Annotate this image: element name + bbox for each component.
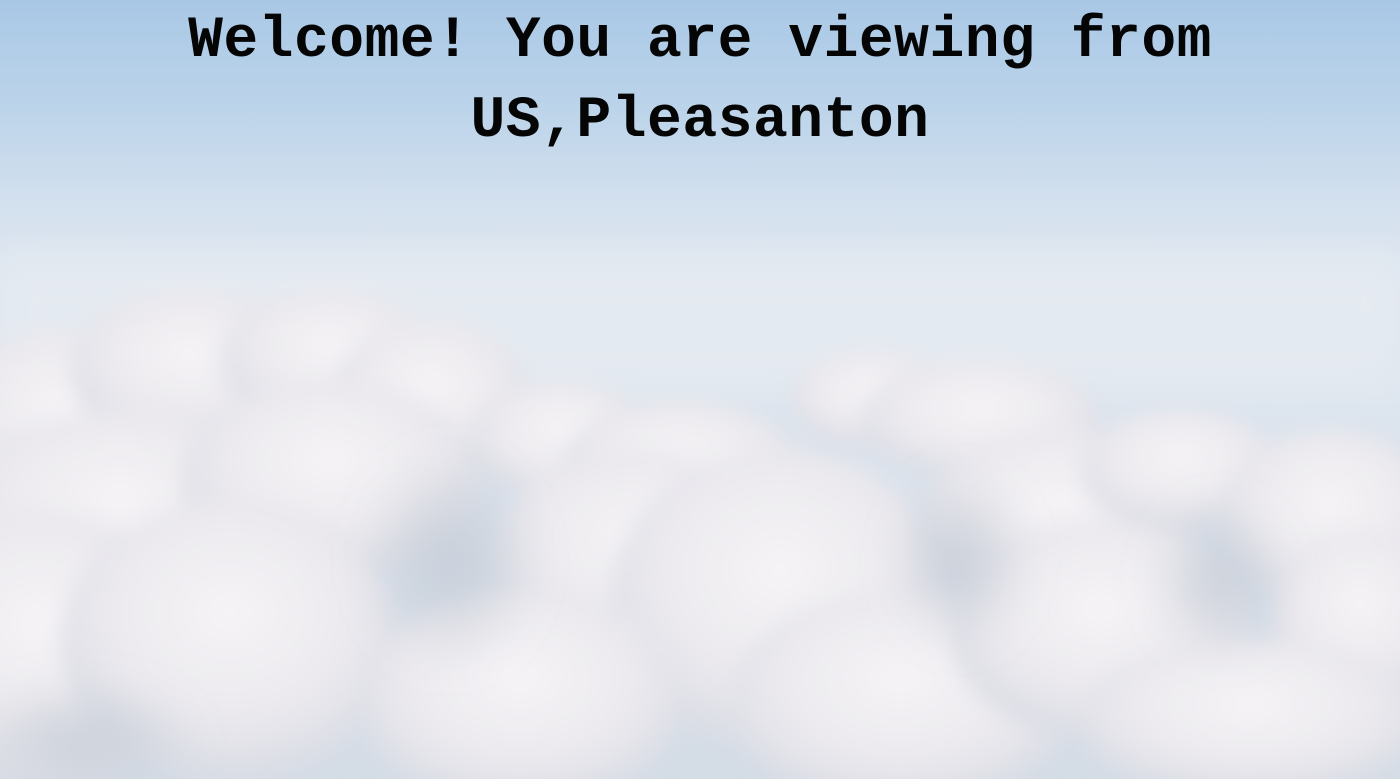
- welcome-heading: Welcome! You are viewing from US,Pleasan…: [0, 2, 1400, 162]
- welcome-line-2: US,Pleasanton: [470, 89, 930, 154]
- welcome-line-1: Welcome! You are viewing from: [188, 9, 1212, 74]
